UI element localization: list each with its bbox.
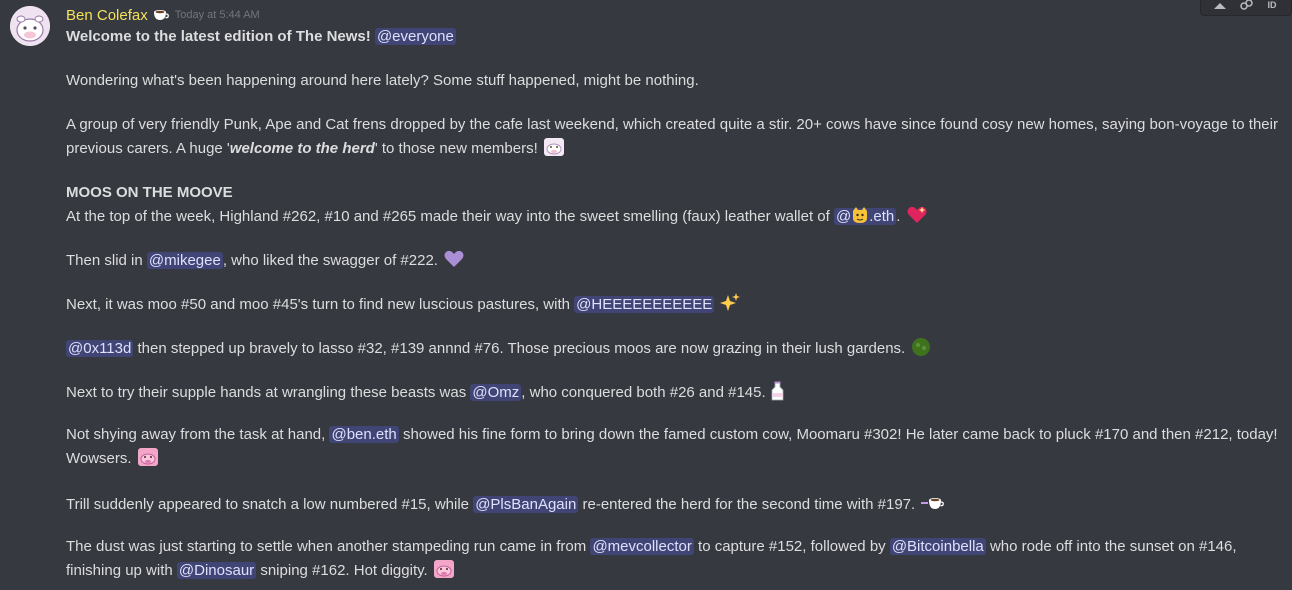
paragraph-text: , who conquered both #26 and #145. <box>521 384 766 401</box>
paragraph-moomaru: Not shying away from the task at hand, @… <box>66 424 1286 470</box>
message-timestamp: Today at 5:44 AM <box>174 9 260 21</box>
mention-plsbanagain[interactable]: @PlsBanAgain <box>473 496 579 513</box>
message-heading-line: Welcome to the latest edition of The New… <box>66 26 1286 48</box>
mention-bitcoinbella[interactable]: @Bitcoinbella <box>889 538 986 555</box>
mention-heeeee[interactable]: @HEEEEEEEEEEE <box>574 296 715 313</box>
pink-cow-icon[interactable] <box>137 446 159 468</box>
mention-mikegee[interactable]: @mikegee <box>146 252 223 269</box>
mention-everyone[interactable]: @everyone <box>374 28 456 45</box>
tree-icon[interactable] <box>910 336 932 358</box>
paragraph-text: Next to try their supple hands at wrangl… <box>66 384 467 401</box>
mention-omz[interactable]: @Omz <box>470 384 522 401</box>
paragraph-text: to capture #152, followed by <box>698 538 886 555</box>
paragraph-text: Next, it was moo #50 and moo #45's turn … <box>66 296 570 313</box>
paragraph-new-members: A group of very friendly Punk, Ape and C… <box>66 114 1281 160</box>
cat-face-icon <box>851 206 869 224</box>
mention-ben-eth[interactable]: @ben.eth <box>329 426 399 443</box>
emphasis-text: welcome to the herd <box>229 140 375 157</box>
paragraph-text: sniping #162. Hot diggity. <box>260 562 428 579</box>
milk-bottle-icon[interactable] <box>767 380 789 402</box>
pink-cow-icon[interactable] <box>433 558 455 580</box>
avatar[interactable] <box>10 6 50 46</box>
cow-emoji-icon[interactable] <box>543 136 565 158</box>
message-content: Welcome to the latest edition of The New… <box>66 26 1286 582</box>
copy-id-button[interactable]: ID <box>1264 0 1280 13</box>
add-reaction-icon[interactable] <box>1212 0 1228 13</box>
section-title: MOOS ON THE MOOVE <box>66 184 233 201</box>
coffee-cup-icon <box>153 8 169 22</box>
author-name[interactable]: Ben Colefax <box>66 7 148 24</box>
paragraph-text: re-entered the herd for the second time … <box>582 496 916 513</box>
mention-dinosaur[interactable]: @Dinosaur <box>176 562 257 579</box>
paragraph-text: then stepped up bravely to lasso #32, #1… <box>137 340 906 357</box>
paragraph-text: The dust was just starting to settle whe… <box>66 538 587 555</box>
mention-suffix: .eth <box>869 208 895 225</box>
paragraph-text: , who liked the swagger of #222. <box>222 252 438 269</box>
paragraph-omz: Next to try their supple hands at wrangl… <box>66 380 1286 402</box>
paragraph-stampede: The dust was just starting to settle whe… <box>66 536 1286 582</box>
mention-0x113d[interactable]: @0x113d <box>66 340 134 357</box>
paragraph-text: Then slid in <box>66 252 143 269</box>
reply-icon[interactable] <box>1238 0 1254 13</box>
purple-heart-icon[interactable] <box>443 248 465 270</box>
message-heading: Welcome to the latest edition of The New… <box>66 28 371 45</box>
mention-prefix: @ <box>835 208 852 225</box>
paragraph-text: . <box>896 208 901 225</box>
message-toolbar: ID <box>1200 0 1292 16</box>
coffee-cup-emoji-icon[interactable] <box>920 492 948 514</box>
paragraph-lasso: @0x113d then stepped up bravely to lasso… <box>66 336 1286 358</box>
mention-mevcollector[interactable]: @mevcollector <box>590 538 694 555</box>
paragraph-highland: At the top of the week, Highland #262, #… <box>66 204 1286 226</box>
paragraph-text: Trill suddenly appeared to snatch a low … <box>66 496 470 513</box>
paragraph-mikegee: Then slid in @mikegee, who liked the swa… <box>66 248 1286 270</box>
paragraph-intro: Wondering what's been happening around h… <box>66 72 699 89</box>
paragraph-trill: Trill suddenly appeared to snatch a low … <box>66 492 1286 514</box>
paragraph-text: At the top of the week, Highland #262, #… <box>66 208 830 225</box>
paragraph-text: Not shying away from the task at hand, <box>66 426 326 443</box>
mention-cat-eth[interactable]: @ .eth <box>833 206 897 225</box>
chat-message: Ben Colefax Today at 5:44 AM ID Welcome … <box>0 0 1292 590</box>
paragraph-text: ' to those new members! <box>374 140 538 157</box>
message-header: Ben Colefax Today at 5:44 AM <box>66 5 260 25</box>
sparkles-icon[interactable] <box>719 292 741 314</box>
paragraph-pastures: Next, it was moo #50 and moo #45's turn … <box>66 292 1286 314</box>
sparkling-heart-icon[interactable] <box>906 204 928 226</box>
